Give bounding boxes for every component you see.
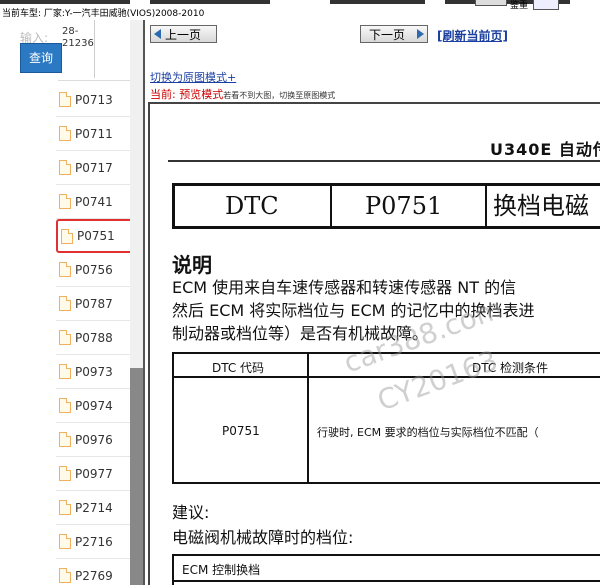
description-line: 然后 ECM 将实际档位与 ECM 的记忆中的换档表进 [172,301,535,320]
dtc-list-item-label: P2769 [75,568,113,583]
dtc-list-item-label: P2716 [75,534,113,549]
switch-mode-link[interactable]: 切换为原图模式+ [150,69,236,85]
document-icon [59,466,71,481]
current-mode-label: 当前: 预览模式 [150,88,224,101]
document-icon [59,364,71,379]
current-mode-text: 当前: 预览模式若看不到大图，切换至原图模式 [150,86,335,102]
divider [168,160,600,162]
document-icon [59,568,71,583]
document-icon [59,92,71,107]
table-header-code: DTC 代码 [212,361,265,375]
document-icon [59,296,71,311]
top-bar-segment [330,0,425,4]
prev-page-button[interactable]: 上一页 [150,25,217,43]
document-title: U340E 自动传 [490,140,600,159]
dtc-list-item-label: P0751 [77,229,115,243]
dtc-list-item-label: P0711 [75,126,113,141]
document-icon [61,228,73,244]
dtc-list-item[interactable]: P0756 [56,253,136,287]
document-icon [59,398,71,413]
document-icon [59,194,71,209]
dtc-list-item-label: P0787 [75,296,113,311]
car-model-info: 当前车型: 厂家:Y-一汽丰田威驰(VIOS)2008-2010 [2,9,205,19]
dtc-code: P0751 [365,192,443,220]
dtc-list-item[interactable]: P0977 [56,457,136,491]
sidebar-scrollbar-thumb[interactable] [130,368,143,585]
divider [174,580,600,582]
table-cell-condition: 行驶时, ECM 要求的档位与实际档位不匹配（ [317,426,539,439]
search-button[interactable]: 查询 [20,43,62,73]
advice-title: 建议: [172,503,210,522]
dtc-list-item-label: P0973 [75,364,113,379]
dtc-list-item[interactable]: P0751 [56,219,136,253]
document-icon [59,126,71,141]
dtc-list-item-label: P2714 [75,500,113,515]
dtc-list-item[interactable]: P0713 [56,83,136,117]
dtc-list-item-label: P0788 [75,330,113,345]
dtc-description: 换档电磁 [493,192,589,220]
dtc-list-item[interactable]: P0787 [56,287,136,321]
dtc-condition-table: DTC 代码 DTC 检测条件 P0751 行驶时, ECM 要求的档位与实际档… [172,352,600,484]
arrow-left-icon [154,29,161,39]
next-page-label: 下一页 [369,27,406,42]
dtc-list-item-label: P0713 [75,92,113,107]
dtc-list-item-label: P0974 [75,398,113,413]
sidebar: 输入: 28-21236 查询 P0713 P0711 P0717 P0741 P075… [0,20,143,585]
dtc-list-item[interactable]: P0976 [56,423,136,457]
dtc-list-item[interactable]: P0741 [56,185,136,219]
dtc-header-table: DTC P0751 换档电磁 [172,183,600,229]
divider [485,186,487,226]
document-icon [59,262,71,277]
content-pane: 上一页 下一页 [刷新当前页] 切换为原图模式+ 当前: 预览模式若看不到大图，… [143,20,600,585]
current-mode-hint: 若看不到大图，切换至原图模式 [223,91,336,100]
ecm-table-header: ECM 控制换档 [182,563,261,577]
dtc-list-item[interactable]: P0788 [56,321,136,355]
dtc-list-item[interactable]: P2769 [56,559,136,585]
dtc-list-item[interactable]: P2714 [56,491,136,525]
dtc-list-item[interactable]: P0973 [56,355,136,389]
toolbar-button[interactable] [475,0,507,6]
toolbar-button-2[interactable] [533,0,559,10]
dtc-list-item[interactable]: P2716 [56,525,136,559]
arrow-right-icon [417,29,424,39]
divider [58,80,134,81]
document-image: U340E 自动传 DTC P0751 换档电磁 说明 ECM 使用来自车速传感… [148,102,600,585]
dtc-list-item[interactable]: P0717 [56,151,136,185]
section-title: 说明 [172,253,212,277]
refresh-page-link[interactable]: [刷新当前页] [437,27,508,44]
top-bar: 当前车型: 厂家:Y-一汽丰田威驰(VIOS)2008-2010 鉴重 [0,0,600,20]
dtc-list: P0713 P0711 P0717 P0741 P0751 P0756 P0787 P0788… [56,83,136,585]
dtc-list-item-label: P0756 [75,262,113,277]
table-cell-code: P0751 [222,424,260,438]
divider [94,20,95,78]
search-input[interactable]: 28-21236 [62,26,96,50]
document-icon [59,432,71,447]
document-icon [59,160,71,175]
dtc-list-item[interactable]: P0974 [56,389,136,423]
divider [330,186,332,226]
dtc-label: DTC [225,192,279,220]
document-icon [59,534,71,549]
prev-page-label: 上一页 [165,27,202,42]
dtc-list-item[interactable]: P0711 [56,117,136,151]
description-line: ECM 使用来自车速传感器和转速传感器 NT 的信 [172,278,517,297]
advice-text: 电磁阀机械故障时的档位: [172,528,354,547]
ecm-shift-table: ECM 控制换档 [172,554,600,585]
dtc-list-item-label: P0741 [75,194,113,209]
next-page-button[interactable]: 下一页 [360,25,428,43]
top-bar-segment [0,0,130,4]
dtc-list-item-label: P0717 [75,160,113,175]
dtc-list-item-label: P0977 [75,466,113,481]
dtc-list-item-label: P0976 [75,432,113,447]
document-icon [59,330,71,345]
toolbar-label: 鉴重 [510,1,529,11]
divider [307,354,309,482]
document-icon [59,500,71,515]
top-bar-segment [150,0,270,4]
